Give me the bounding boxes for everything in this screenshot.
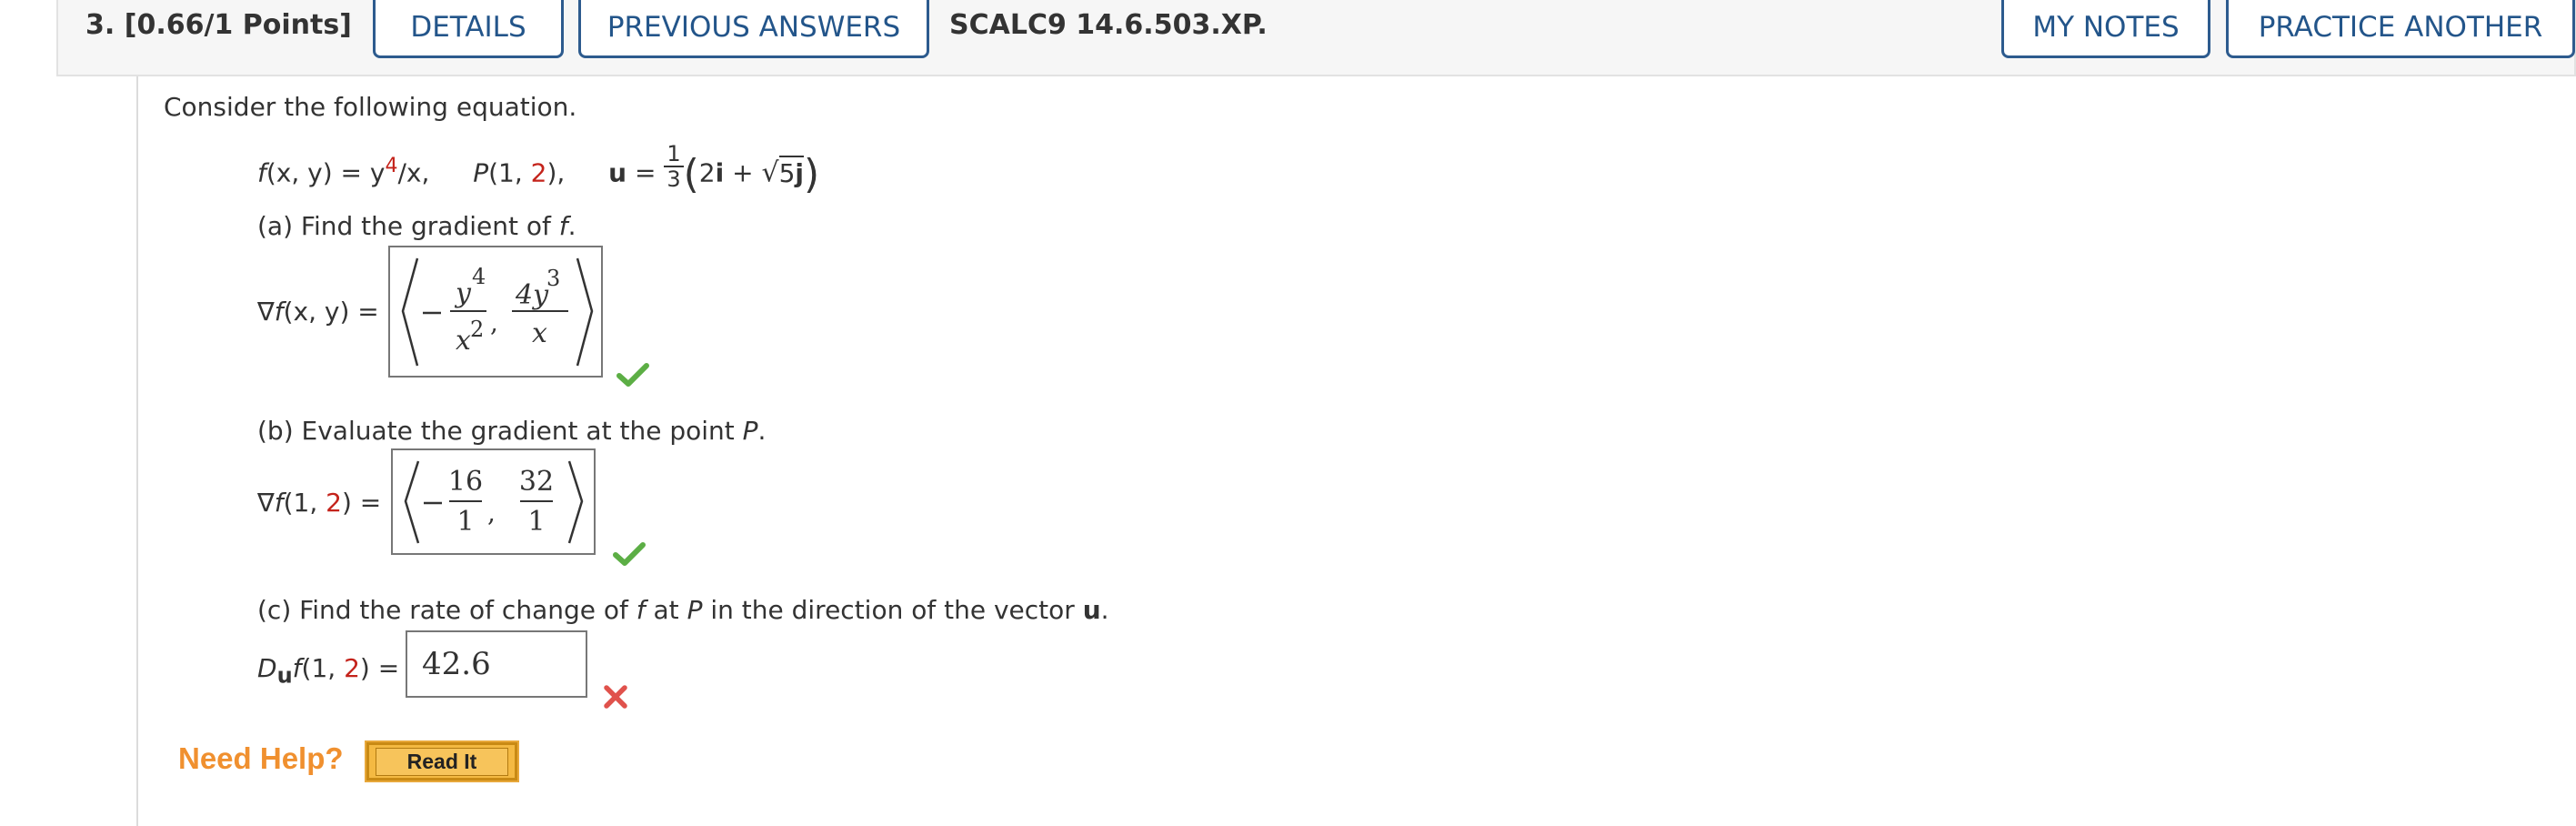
practice-another-button[interactable]: PRACTICE ANOTHER	[2226, 0, 2575, 58]
part-b-label-open: (1,	[283, 488, 326, 518]
part-c-period: .	[1100, 595, 1109, 625]
part-c-label-close: ) =	[359, 653, 400, 683]
part-c-label-y: 2	[344, 653, 360, 683]
part-c-f: f	[636, 595, 646, 625]
frac1-num: y	[454, 277, 472, 309]
nabla-symbol: ∇	[257, 297, 275, 327]
vector-u-label: u	[608, 157, 627, 188]
directional-derivative-input[interactable]: 42.6	[406, 630, 587, 698]
comma-b: ,	[487, 498, 496, 528]
u-frac-den: 3	[664, 165, 684, 191]
frac1-num-exp: 4	[472, 264, 486, 289]
sqrt-symbol: √	[761, 156, 779, 189]
part-b-prompt: (b) Evaluate the gradient at the point P…	[257, 416, 766, 446]
part-c-label-D: D	[257, 653, 277, 683]
sqrt-radicand: 5j	[778, 155, 805, 188]
part-c-label-u: u	[276, 662, 293, 689]
part-c-label: Duf(1, 2) =	[257, 653, 399, 689]
part-c-u: u	[1082, 595, 1101, 625]
problem-intro: Consider the following equation.	[164, 92, 577, 122]
sqrt-value: 5	[778, 157, 796, 188]
j-unit: j	[795, 157, 805, 188]
point-name: P	[473, 157, 489, 188]
part-a-f: f	[558, 211, 568, 241]
equals: =	[626, 157, 665, 188]
frac2-num: 4y	[515, 279, 549, 311]
read-it-button[interactable]: Read It	[365, 740, 519, 782]
part-b-label-close: ) =	[341, 488, 382, 518]
point-x: (1,	[488, 157, 531, 188]
frac-b2-den: 1	[527, 506, 545, 538]
frac2-num-exp: 3	[546, 266, 560, 291]
read-it-label: Read It	[375, 747, 509, 776]
left-angle-bracket-b	[404, 460, 420, 544]
part-a-prompt: (a) Find the gradient of f.	[257, 211, 576, 241]
part-b-label: ∇f(1, 2) =	[257, 488, 381, 518]
part-b-period: .	[757, 416, 767, 446]
left-paren: (	[683, 151, 699, 197]
comma: ,	[490, 307, 498, 337]
gradient-answer-box[interactable]: y 4 x 2 , 4y 3 x	[388, 246, 603, 378]
part-c-prompt: (c) Find the rate of change of f at P in…	[257, 595, 1109, 625]
part-a-prompt-text: (a) Find the gradient of	[257, 211, 559, 241]
part-c-prompt-text: (c) Find the rate of change of	[257, 595, 636, 625]
u-fraction: 13	[664, 140, 684, 191]
part-c-label-open: (1,	[301, 653, 345, 683]
exponent-4: 4	[385, 155, 398, 178]
directional-derivative-value: 42.6	[422, 646, 491, 682]
part-b-label-y: 2	[326, 488, 342, 518]
part-c-p: P	[687, 595, 703, 625]
plus-sign: +	[724, 157, 762, 188]
part-c-at: at	[645, 595, 687, 625]
function-divisor: /x,	[397, 157, 430, 188]
part-b-p: P	[742, 416, 758, 446]
frac-b1-num: 16	[448, 466, 483, 498]
details-button[interactable]: DETAILS	[373, 0, 564, 58]
i-unit: i	[715, 157, 725, 188]
x-icon-part-c	[604, 685, 627, 709]
question-number: 3.	[85, 9, 115, 41]
gradient-at-point-expression: 16 1 , 32 1	[404, 460, 584, 544]
nabla-symbol-b: ∇	[257, 488, 275, 518]
frac2-den: x	[532, 317, 547, 349]
u-coef: 2	[698, 157, 716, 188]
point-close: ),	[546, 157, 566, 188]
right-angle-bracket	[576, 257, 594, 367]
question-points: [0.66/1 Points]	[124, 9, 352, 41]
previous-answers-button[interactable]: PREVIOUS ANSWERS	[578, 0, 929, 58]
u-frac-num: 1	[667, 140, 681, 166]
part-b-label-f: f	[274, 488, 284, 518]
gradient-expression: y 4 x 2 , 4y 3 x	[401, 257, 594, 367]
question-title: 3. [0.66/1 Points]	[85, 9, 352, 41]
check-icon-part-b	[613, 542, 646, 566]
my-notes-button[interactable]: MY NOTES	[2001, 0, 2210, 58]
frac-b2-num: 32	[519, 466, 554, 498]
need-help-label: Need Help?	[178, 741, 344, 775]
function-name: f	[257, 157, 266, 188]
problem-code: SCALC9 14.6.503.XP.	[949, 9, 1268, 41]
left-angle-bracket	[401, 257, 419, 367]
frac-b1-den: 1	[456, 506, 474, 538]
part-a-label-args: (x, y) =	[283, 297, 379, 327]
right-paren: )	[804, 151, 820, 197]
check-icon-part-a	[616, 363, 649, 387]
part-c-direction-text: in the direction of the vector	[702, 595, 1083, 625]
part-a-label: ∇f(x, y) =	[257, 297, 379, 327]
frac1-den-exp: 2	[470, 317, 484, 342]
part-a-label-f: f	[274, 297, 284, 327]
part-b-prompt-text: (b) Evaluate the gradient at the point	[257, 416, 743, 446]
part-c-label-f: f	[292, 653, 302, 683]
question-header: 3. [0.66/1 Points] DETAILS PREVIOUS ANSW…	[56, 0, 2576, 76]
frac1-den: x	[456, 325, 471, 357]
equation-line: f(x, y) = y4/x, P(1, 2), u = 1 3 (2i + √5j…	[257, 142, 820, 198]
point-y: 2	[530, 157, 547, 188]
function-args: (x, y) = y	[266, 157, 386, 188]
gradient-at-point-answer-box[interactable]: 16 1 , 32 1	[391, 448, 596, 555]
part-a-period: .	[567, 211, 576, 241]
right-angle-bracket-b	[567, 460, 584, 544]
content-left-border	[136, 76, 138, 826]
